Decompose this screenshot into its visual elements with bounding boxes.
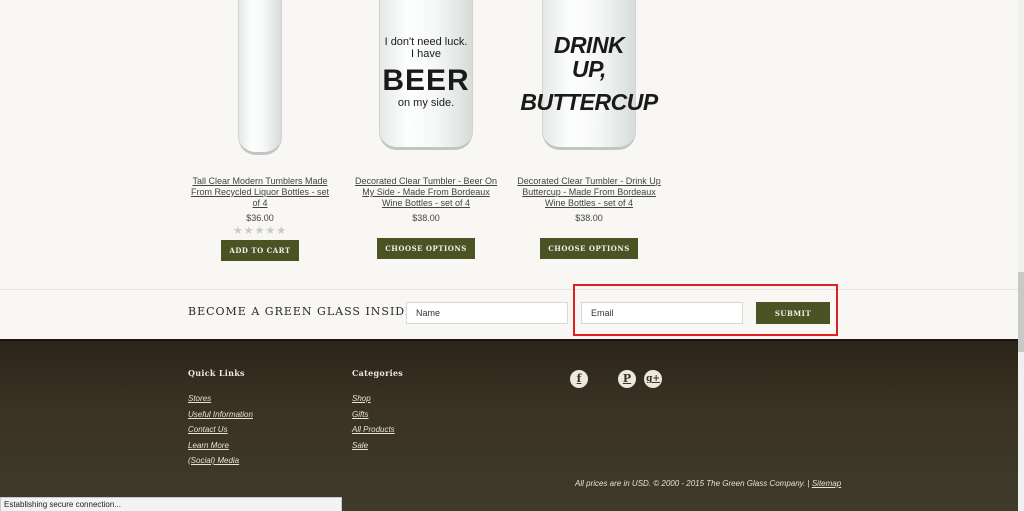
product-image-tall-tumbler[interactable] [185,0,335,158]
pinterest-icon[interactable]: P [618,370,636,388]
quick-links-heading: Quick Links [188,368,245,378]
add-to-cart-button[interactable]: ADD TO CART [221,240,299,261]
choose-options-button[interactable]: CHOOSE OPTIONS [540,238,638,259]
quick-links-list: Stores Useful Information Contact Us Lea… [188,391,253,469]
product-title-link[interactable]: Decorated Clear Tumbler - Beer On My Sid… [351,176,501,209]
glass-illustration: I don't need luck. I have BEER on my sid… [379,0,473,150]
page-scrollbar[interactable] [1018,0,1024,511]
product-price: $36.00 [246,213,274,223]
site-footer: Quick Links Stores Useful Information Co… [0,339,1018,511]
glass-illustration: DRINK UP, BUTTERCUP [520,0,658,150]
categories-heading: Categories [352,368,404,378]
footer-link-gifts[interactable]: Gifts [352,410,368,419]
product-card: I don't need luck. I have BEER on my sid… [351,0,501,259]
footer-link-contact-us[interactable]: Contact Us [188,425,228,434]
categories-list: Shop Gifts All Products Sale [352,391,395,453]
glass-print-top: I don't need luck. I have [384,36,468,60]
footer-link-useful-information[interactable]: Useful Information [188,410,253,419]
product-price: $38.00 [575,213,603,223]
facebook-icon[interactable]: f [570,370,588,388]
glass-illustration [238,0,282,155]
product-card: DRINK UP, BUTTERCUP Decorated Clear Tumb… [514,0,664,259]
footer-link-stores[interactable]: Stores [188,394,211,403]
copyright-text: All prices are in USD. © 2000 - 2015 The… [575,479,812,488]
product-title-link[interactable]: Decorated Clear Tumbler - Drink Up Butte… [514,176,664,209]
glass-print-bottom: on my side. [397,97,455,110]
newsletter-title: BECOME A GREEN GLASS INSIDER [188,305,424,318]
product-price: $38.00 [412,213,440,223]
sitemap-link[interactable]: Sitemap [812,479,841,488]
product-grid: Tall Clear Modern Tumblers Made From Rec… [0,0,1018,290]
google-plus-icon[interactable]: g+ [644,370,662,388]
email-field[interactable] [581,302,743,324]
section-divider [0,289,1018,290]
product-card: Tall Clear Modern Tumblers Made From Rec… [185,0,335,261]
product-title-link[interactable]: Tall Clear Modern Tumblers Made From Rec… [185,176,335,209]
product-image-buttercup-tumbler[interactable]: DRINK UP, BUTTERCUP [514,0,664,158]
choose-options-button[interactable]: CHOOSE OPTIONS [377,238,475,259]
name-field[interactable] [406,302,568,324]
browser-status-bar: Establishing secure connection... [0,497,342,511]
footer-link-sale[interactable]: Sale [352,441,368,450]
footer-link-learn-more[interactable]: Learn More [188,441,229,450]
glass-print-line2: BUTTERCUP [520,88,658,115]
footer-link-shop[interactable]: Shop [352,394,371,403]
copyright-notice: All prices are in USD. © 2000 - 2015 The… [575,479,841,488]
footer-link-social-media[interactable]: (Social) Media [188,456,239,465]
footer-link-all-products[interactable]: All Products [352,425,395,434]
scrollbar-thumb[interactable] [1018,272,1024,352]
glass-print-big: BEER [382,63,470,97]
submit-button[interactable]: SUBMIT [756,302,830,324]
glass-print-line1: DRINK UP, [553,32,625,83]
product-image-beer-tumbler[interactable]: I don't need luck. I have BEER on my sid… [351,0,501,158]
rating-stars: ★★★★★ [232,225,288,237]
